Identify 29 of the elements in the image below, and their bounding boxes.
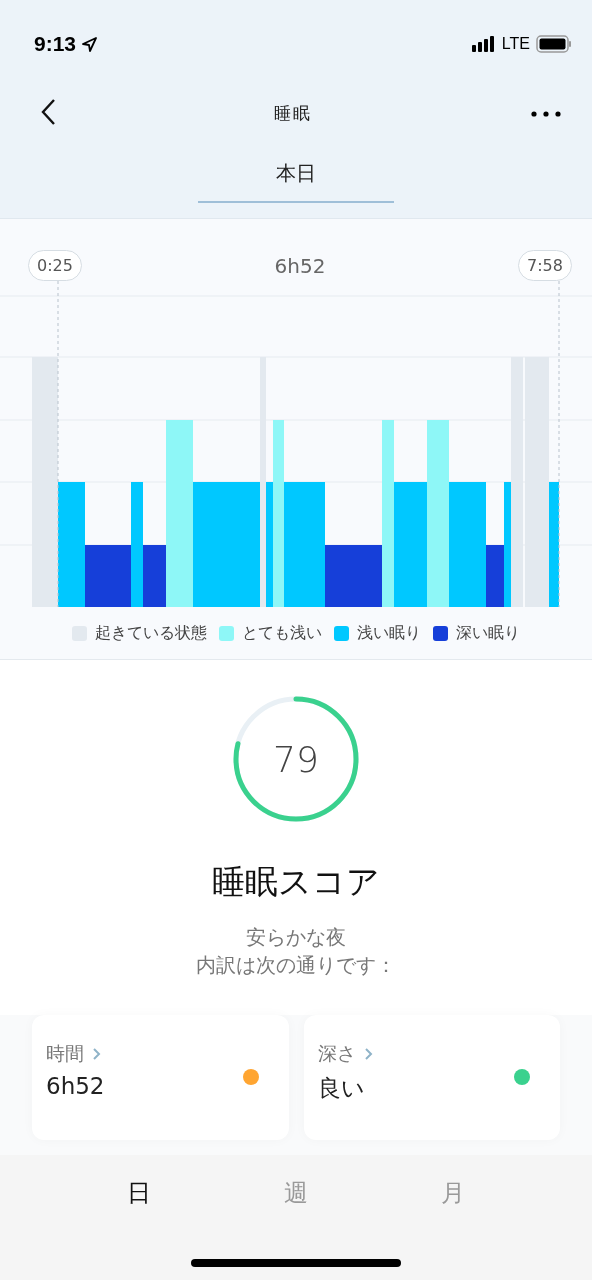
metric-card[interactable]: 時間 6h52 [32,1015,289,1140]
page-title: 睡眠 [274,101,312,125]
legend-label: 浅い眠り [357,623,421,644]
sleep-duration: 6h52 [274,253,326,278]
metric-value: 6h52 [46,1073,105,1099]
legend-label: とても浅い [242,623,322,644]
chevron-icon [363,1047,373,1061]
metric-card[interactable]: 深さ 良い [303,1015,560,1140]
end-time-label: 7:58 [518,250,572,281]
legend-label: 起きている状態 [95,623,207,644]
score-value: 79 [273,738,319,780]
period-tab[interactable]: 日 [116,1173,161,1213]
chevron-icon [92,1047,101,1061]
start-time-label: 0:25 [28,250,82,281]
back-icon [40,97,56,126]
legend-label: 深い眠り [456,623,520,644]
network-type: LTE [501,35,530,53]
score-description: 安らかな夜 [245,924,347,951]
location-arrow-icon [82,36,98,52]
score-title: 睡眠スコア [212,861,380,903]
battery-icon [536,35,572,53]
score-description: 内訳は次の通りです： [196,952,396,979]
tab[interactable]: 本日 [198,148,394,203]
status-time: 9:13 [34,32,77,56]
more-icon [530,109,562,118]
metric-label: 時間 [46,1041,84,1066]
metric-label: 深さ [317,1041,356,1066]
metric-value: 良い [317,1074,366,1103]
signal-icon [471,36,496,52]
